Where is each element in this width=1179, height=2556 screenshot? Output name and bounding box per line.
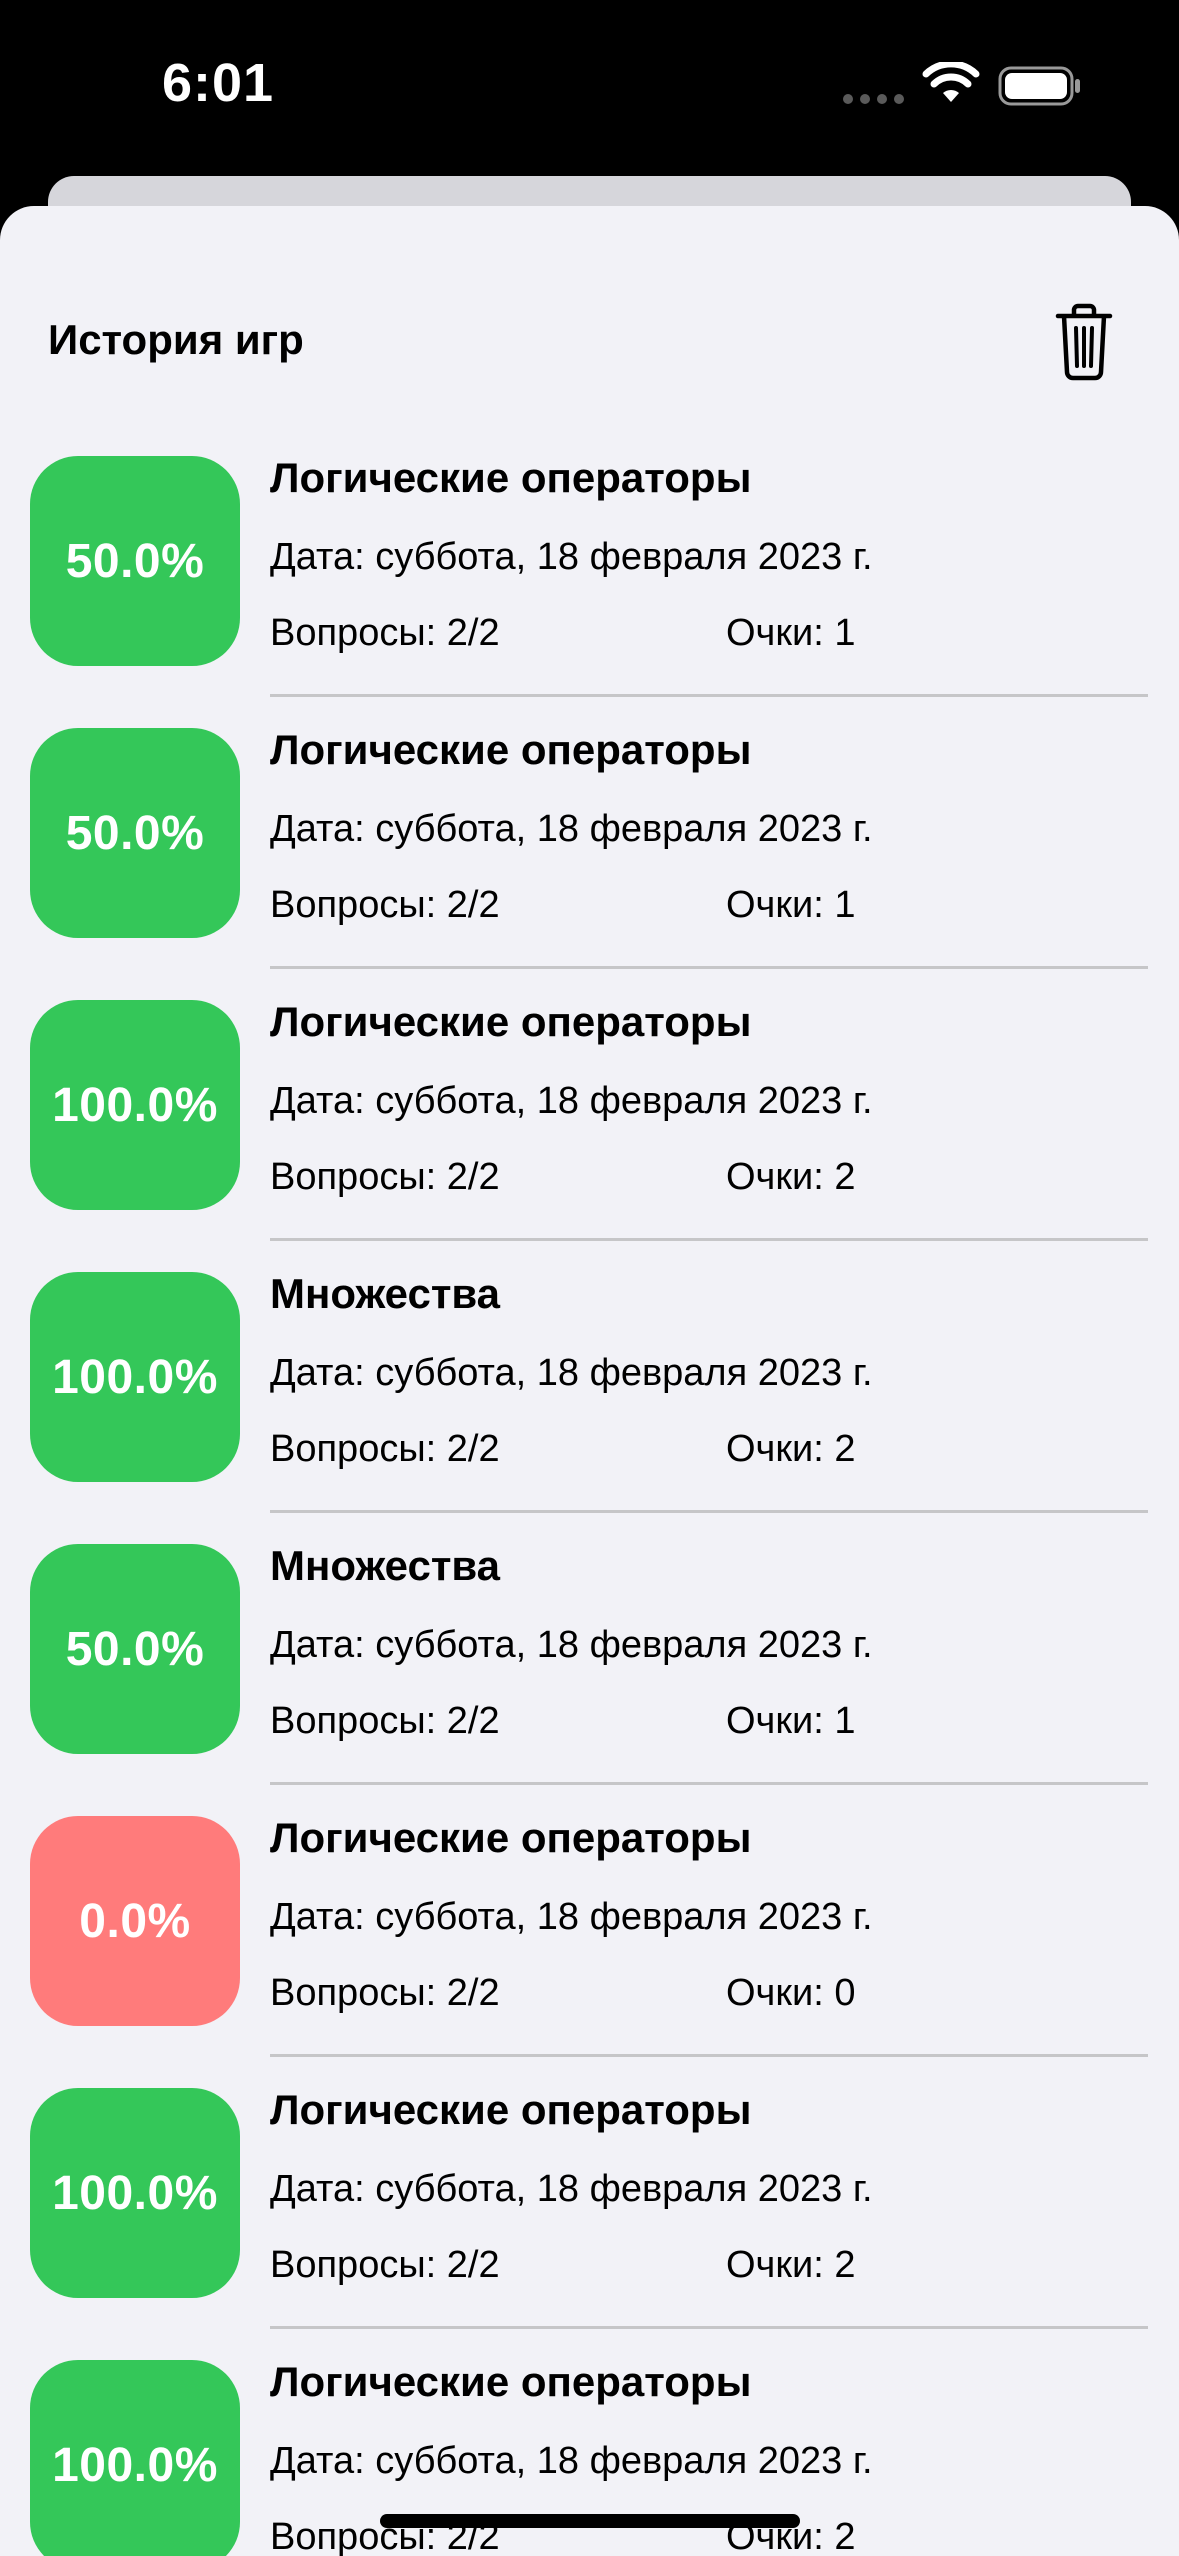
game-questions: Вопросы: 2/2: [270, 1156, 500, 1198]
game-date: Дата: суббота, 18 февраля 2023 г.: [270, 1624, 873, 1666]
list-item[interactable]: 100.0% Логические операторы Дата: суббот…: [0, 2082, 1179, 2354]
game-questions: Вопросы: 2/2: [270, 884, 500, 926]
battery-icon: [998, 66, 1080, 106]
game-questions: Вопросы: 2/2: [270, 1972, 500, 2014]
row-divider: [270, 966, 1148, 969]
result-badge: 100.0%: [30, 1000, 240, 1210]
result-badge: 0.0%: [30, 1816, 240, 2026]
game-score: Очки: 1: [726, 612, 856, 654]
sheet-header: История игр: [0, 206, 1179, 406]
row-divider: [270, 1510, 1148, 1513]
game-score: Очки: 2: [726, 1428, 856, 1470]
row-divider: [270, 694, 1148, 697]
result-badge: 100.0%: [30, 1272, 240, 1482]
result-badge: 100.0%: [30, 2088, 240, 2298]
game-date: Дата: суббота, 18 февраля 2023 г.: [270, 1080, 873, 1122]
game-score: Очки: 2: [726, 1156, 856, 1198]
row-divider: [270, 1238, 1148, 1241]
game-topic: Логические операторы: [270, 1814, 752, 1861]
game-topic: Логические операторы: [270, 726, 752, 773]
result-badge: 50.0%: [30, 1544, 240, 1754]
wifi-icon: [922, 62, 980, 102]
row-divider: [270, 1782, 1148, 1785]
game-topic: Логические операторы: [270, 2358, 752, 2405]
list-item[interactable]: 100.0% Множества Дата: суббота, 18 февра…: [0, 1266, 1179, 1538]
history-sheet: История игр 50.0% Логические операторы Д…: [0, 206, 1179, 2556]
status-bar: 6:01: [0, 0, 1179, 176]
list-item[interactable]: 50.0% Логические операторы Дата: суббота…: [0, 722, 1179, 994]
game-questions: Вопросы: 2/2: [270, 1428, 500, 1470]
cellular-signal-icon: [843, 94, 904, 104]
game-date: Дата: суббота, 18 февраля 2023 г.: [270, 2440, 873, 2482]
clear-history-button[interactable]: [1050, 302, 1118, 382]
game-questions: Вопросы: 2/2: [270, 1700, 500, 1742]
game-score: Очки: 1: [726, 1700, 856, 1742]
game-date: Дата: суббота, 18 февраля 2023 г.: [270, 536, 873, 578]
row-divider: [270, 2054, 1148, 2057]
status-time: 6:01: [162, 53, 275, 113]
game-topic: Логические операторы: [270, 998, 752, 1045]
row-divider: [270, 2326, 1148, 2329]
game-score: Очки: 1: [726, 884, 856, 926]
game-questions: Вопросы: 2/2: [270, 2244, 500, 2286]
game-score: Очки: 0: [726, 1972, 856, 2014]
game-date: Дата: суббота, 18 февраля 2023 г.: [270, 2168, 873, 2210]
list-item[interactable]: 50.0% Множества Дата: суббота, 18 феврал…: [0, 1538, 1179, 1810]
game-topic: Логические операторы: [270, 454, 752, 501]
result-badge: 50.0%: [30, 456, 240, 666]
game-date: Дата: суббота, 18 февраля 2023 г.: [270, 808, 873, 850]
list-item[interactable]: 50.0% Логические операторы Дата: суббота…: [0, 450, 1179, 722]
game-topic: Множества: [270, 1270, 501, 1317]
game-date: Дата: суббота, 18 февраля 2023 г.: [270, 1896, 873, 1938]
page-title: История игр: [48, 316, 304, 363]
list-item[interactable]: 0.0% Логические операторы Дата: суббота,…: [0, 1810, 1179, 2082]
list-item[interactable]: 100.0% Логические операторы Дата: суббот…: [0, 994, 1179, 1266]
result-badge: 100.0%: [30, 2360, 240, 2556]
trash-icon: [1055, 303, 1113, 381]
home-indicator[interactable]: [380, 2514, 800, 2528]
result-badge: 50.0%: [30, 728, 240, 938]
game-date: Дата: суббота, 18 февраля 2023 г.: [270, 1352, 873, 1394]
game-questions: Вопросы: 2/2: [270, 612, 500, 654]
game-topic: Множества: [270, 1542, 501, 1589]
game-history-list: 50.0% Логические операторы Дата: суббота…: [0, 450, 1179, 2556]
game-score: Очки: 2: [726, 2244, 856, 2286]
game-topic: Логические операторы: [270, 2086, 752, 2133]
